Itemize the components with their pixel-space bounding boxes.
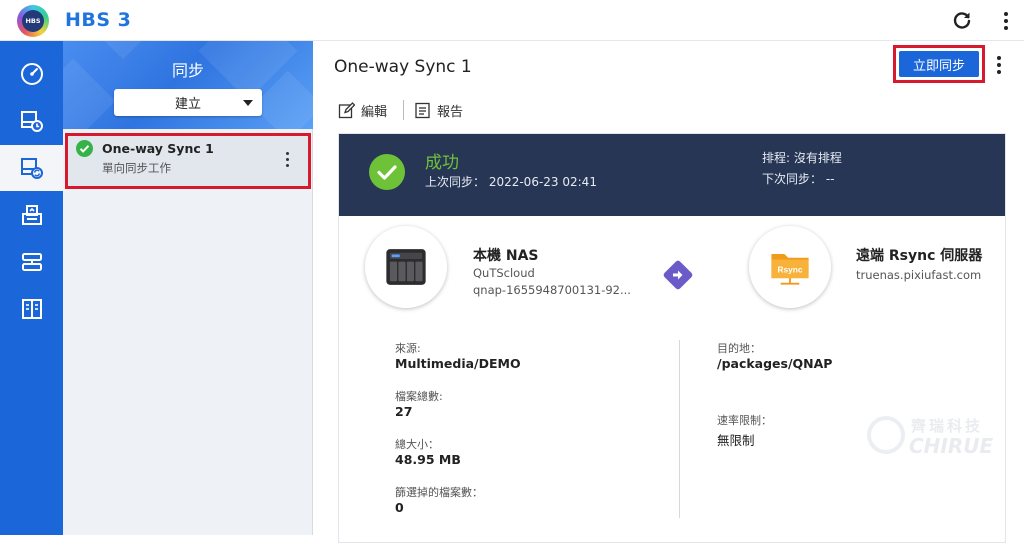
nav-storage[interactable] — [0, 239, 63, 285]
watermark: 齊瑞科技 CHIRUE — [867, 412, 997, 462]
nav-restore[interactable] — [0, 192, 63, 238]
sync-icon — [20, 158, 43, 179]
chevron-down-icon — [243, 100, 253, 106]
job-name: One-way Sync 1 — [102, 141, 214, 156]
restore-icon — [21, 205, 42, 225]
storage-icon — [21, 253, 42, 271]
edit-label: 編輯 — [361, 104, 388, 120]
sync-now-highlight: 立即同步 — [893, 45, 985, 83]
details-divider — [679, 340, 680, 518]
hbs-logo-icon: HBS — [17, 5, 49, 37]
rsync-server-icon: Rsync — [749, 226, 831, 308]
refresh-icon[interactable] — [950, 9, 974, 33]
sync-direction-arrow-icon — [662, 259, 694, 291]
watermark-en: CHIRUE — [909, 434, 994, 458]
destination-value: /packages/QNAP — [717, 356, 833, 371]
source-name: 本機 NAS — [473, 248, 539, 264]
destination-host: truenas.pixiufast.com — [856, 268, 982, 282]
source-label: 來源: — [395, 342, 421, 355]
edit-button[interactable]: 編輯 — [338, 101, 387, 120]
job-type: 單向同步工作 — [102, 161, 171, 175]
page-title: One-way Sync 1 — [334, 57, 472, 77]
report-label: 報告 — [437, 104, 464, 120]
destination-name: 遠端 Rsync 伺服器 — [856, 248, 983, 264]
size-value: 48.95 MB — [395, 452, 461, 467]
create-button-label: 建立 — [174, 97, 201, 112]
source-value: Multimedia/DEMO — [395, 356, 521, 371]
create-button[interactable]: 建立 — [114, 89, 262, 116]
services-icon — [21, 299, 42, 319]
nav-services[interactable] — [0, 286, 63, 332]
more-options-icon[interactable] — [996, 9, 1016, 33]
source-os: QuTScloud — [473, 266, 535, 280]
logo-text: HBS — [22, 10, 44, 32]
next-sync-time: 下次同步： -- — [762, 172, 835, 186]
size-label: 總大小： — [395, 438, 439, 451]
rate-limit-label: 速率限制： — [717, 414, 772, 427]
app-title: HBS 3 — [65, 9, 132, 31]
dashboard-icon — [20, 63, 43, 85]
filtered-label: 篩選掉的檔案數： — [395, 486, 483, 499]
main-more-icon[interactable] — [992, 53, 1006, 77]
status-text: 成功 — [425, 153, 459, 173]
report-button[interactable]: 報告 — [414, 101, 463, 120]
files-value: 27 — [395, 404, 413, 419]
task-panel: 同步 建立 One-way Sync 1 單向同步工作 — [63, 41, 313, 535]
task-panel-header: 同步 建立 — [63, 41, 313, 129]
status-banner: 成功 上次同步： 2022-06-23 02:41 排程: 沒有排程 下次同步：… — [339, 134, 1005, 216]
filtered-value: 0 — [395, 500, 404, 515]
job-more-icon[interactable] — [280, 148, 294, 170]
nav-rail — [0, 41, 63, 535]
success-check-icon — [76, 140, 93, 157]
schedule-info: 排程: 沒有排程 — [762, 151, 842, 165]
top-bar: HBS HBS 3 — [0, 0, 1024, 41]
destination-label: 目的地： — [717, 342, 761, 355]
sync-now-button[interactable]: 立即同步 — [899, 51, 979, 77]
rate-limit-value: 無限制 — [717, 433, 755, 448]
toolbar: 編輯 報告 — [338, 99, 463, 121]
nav-dashboard[interactable] — [0, 51, 63, 97]
nav-sync[interactable] — [0, 145, 63, 191]
sync-job-item[interactable]: One-way Sync 1 單向同步工作 — [65, 133, 311, 189]
rsync-badge-text: Rsync — [777, 265, 802, 275]
last-sync-time: 上次同步： 2022-06-23 02:41 — [425, 175, 597, 189]
report-icon — [415, 102, 430, 118]
watermark-logo-icon — [867, 416, 905, 454]
source-host: qnap-1655948700131-92... — [473, 283, 631, 297]
nas-device-icon — [365, 226, 447, 308]
toolbar-divider — [403, 100, 405, 120]
watermark-cn: 齊瑞科技 — [911, 417, 984, 435]
task-panel-title: 同步 — [171, 61, 204, 80]
backup-icon — [20, 111, 43, 132]
edit-icon — [338, 101, 355, 118]
success-check-icon — [369, 154, 405, 190]
files-label: 檔案總數: — [395, 390, 443, 403]
main-content: One-way Sync 1 立即同步 編輯 報告 成功 上次同步： 2022-… — [314, 41, 1024, 543]
job-detail-card: 成功 上次同步： 2022-06-23 02:41 排程: 沒有排程 下次同步：… — [338, 133, 1006, 543]
nav-backup[interactable] — [0, 98, 63, 144]
